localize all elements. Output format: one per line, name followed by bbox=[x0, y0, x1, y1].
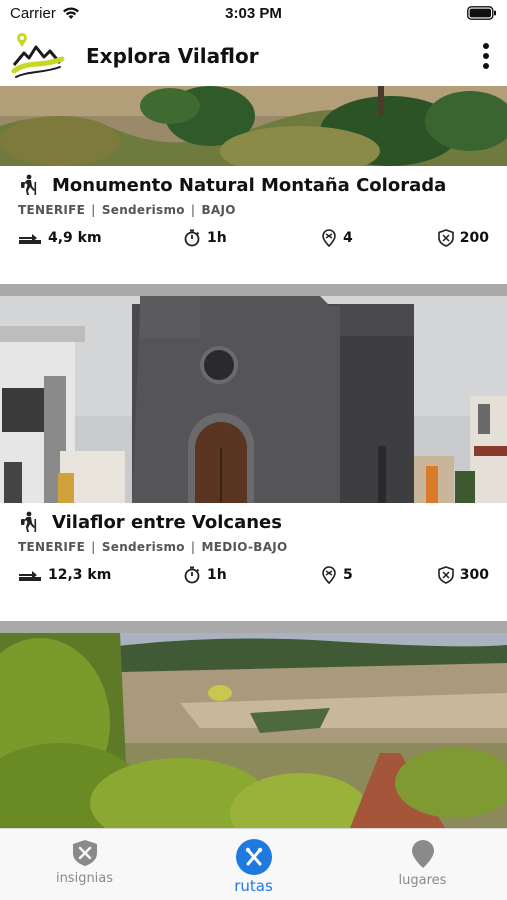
route-island: TENERIFE bbox=[18, 203, 86, 217]
route-score-value: 300 bbox=[459, 567, 489, 583]
badge-icon bbox=[72, 840, 97, 866]
route-distance: 12,3 km bbox=[18, 567, 183, 583]
route-title-row: Monumento Natural Montaña Colorada bbox=[18, 174, 489, 196]
page-title: Explora Vilaflor bbox=[86, 44, 259, 68]
battery-icon bbox=[467, 6, 496, 20]
tab-lugares[interactable]: lugares bbox=[338, 829, 507, 900]
route-photo-church bbox=[0, 296, 507, 503]
route-duration-value: 1h bbox=[207, 230, 227, 246]
hiking-route-icon bbox=[235, 839, 272, 875]
route-distance: 4,9 km bbox=[18, 230, 183, 246]
route-score: 300 bbox=[433, 566, 489, 584]
card-divider bbox=[0, 284, 507, 296]
route-card-body: Vilaflor entre Volcanes TENERIFE | Sende… bbox=[0, 503, 507, 587]
route-island: TENERIFE bbox=[18, 540, 86, 554]
route-card[interactable]: Vilaflor entre Volcanes TENERIFE | Sende… bbox=[0, 296, 507, 621]
route-duration: 1h bbox=[183, 566, 321, 584]
shield-badge-icon bbox=[437, 229, 454, 247]
stopwatch-icon bbox=[184, 229, 200, 247]
menu-dot bbox=[483, 53, 489, 59]
hiker-icon bbox=[21, 511, 37, 532]
map-pin-icon bbox=[322, 566, 336, 584]
status-bar: Carrier 3:03 PM bbox=[0, 0, 507, 26]
wifi-icon bbox=[62, 7, 79, 19]
route-card-body: Monumento Natural Montaña Colorada TENER… bbox=[0, 166, 507, 250]
route-points-value: 4 bbox=[343, 230, 353, 246]
route-meta: TENERIFE | Senderismo | BAJO bbox=[18, 203, 489, 217]
shield-badge-icon bbox=[437, 566, 454, 584]
card-spacer bbox=[0, 587, 507, 621]
app-logo-icon bbox=[11, 33, 65, 78]
route-title: Vilaflor entre Volcanes bbox=[52, 511, 282, 533]
overflow-menu-button[interactable] bbox=[471, 36, 501, 76]
hiker-icon bbox=[21, 174, 37, 195]
app-bar: Explora Vilaflor bbox=[0, 26, 507, 86]
route-difficulty: BAJO bbox=[201, 203, 236, 217]
status-time: 3:03 PM bbox=[225, 4, 282, 22]
route-stats: 4,9 km 1h 4 200 bbox=[18, 226, 489, 250]
tab-label: rutas bbox=[234, 877, 273, 895]
route-activity: Senderismo bbox=[101, 203, 185, 217]
meta-separator: | bbox=[91, 540, 96, 554]
distance-icon bbox=[19, 571, 41, 581]
tab-rutas[interactable]: rutas bbox=[169, 829, 338, 900]
route-card[interactable]: Monumento Natural Montaña Colorada TENER… bbox=[0, 86, 507, 284]
route-duration: 1h bbox=[183, 229, 321, 247]
status-left: Carrier bbox=[10, 5, 172, 22]
routes-feed[interactable]: Monumento Natural Montaña Colorada TENER… bbox=[0, 86, 507, 828]
menu-dot bbox=[483, 43, 489, 49]
route-points-value: 5 bbox=[343, 567, 353, 583]
meta-separator: | bbox=[190, 540, 196, 554]
route-title: Monumento Natural Montaña Colorada bbox=[52, 174, 447, 196]
route-points: 5 bbox=[321, 566, 433, 584]
route-points: 4 bbox=[321, 229, 433, 247]
route-score-value: 200 bbox=[459, 230, 489, 246]
tab-insignias[interactable]: insignias bbox=[0, 829, 169, 900]
status-right bbox=[335, 6, 497, 20]
card-divider bbox=[0, 621, 507, 633]
route-stats: 12,3 km 1h 5 300 bbox=[18, 563, 489, 587]
route-photo-forest bbox=[0, 86, 507, 166]
tab-label: insignias bbox=[55, 871, 114, 886]
route-score: 200 bbox=[433, 229, 489, 247]
route-title-row: Vilaflor entre Volcanes bbox=[18, 511, 489, 533]
meta-separator: | bbox=[91, 203, 96, 217]
carrier-label: Carrier bbox=[10, 4, 56, 22]
crossed-poles-icon bbox=[245, 847, 262, 866]
meta-separator: | bbox=[190, 203, 196, 217]
route-distance-value: 12,3 km bbox=[48, 567, 112, 583]
map-pin-icon bbox=[322, 229, 336, 247]
bottom-tab-bar: insignias rutas lugares bbox=[0, 828, 507, 900]
route-card[interactable] bbox=[0, 633, 507, 828]
route-duration-value: 1h bbox=[207, 567, 227, 583]
tab-label: lugares bbox=[398, 873, 447, 888]
route-difficulty: MEDIO-BAJO bbox=[201, 540, 288, 554]
stopwatch-icon bbox=[184, 566, 200, 584]
route-distance-value: 4,9 km bbox=[48, 230, 102, 246]
route-meta: TENERIFE | Senderismo | MEDIO-BAJO bbox=[18, 540, 489, 554]
route-activity: Senderismo bbox=[101, 540, 185, 554]
card-spacer bbox=[0, 250, 507, 284]
menu-dot bbox=[483, 63, 489, 69]
route-photo-vineyard bbox=[0, 633, 507, 828]
distance-icon bbox=[19, 234, 41, 244]
map-pin-icon bbox=[411, 840, 434, 868]
